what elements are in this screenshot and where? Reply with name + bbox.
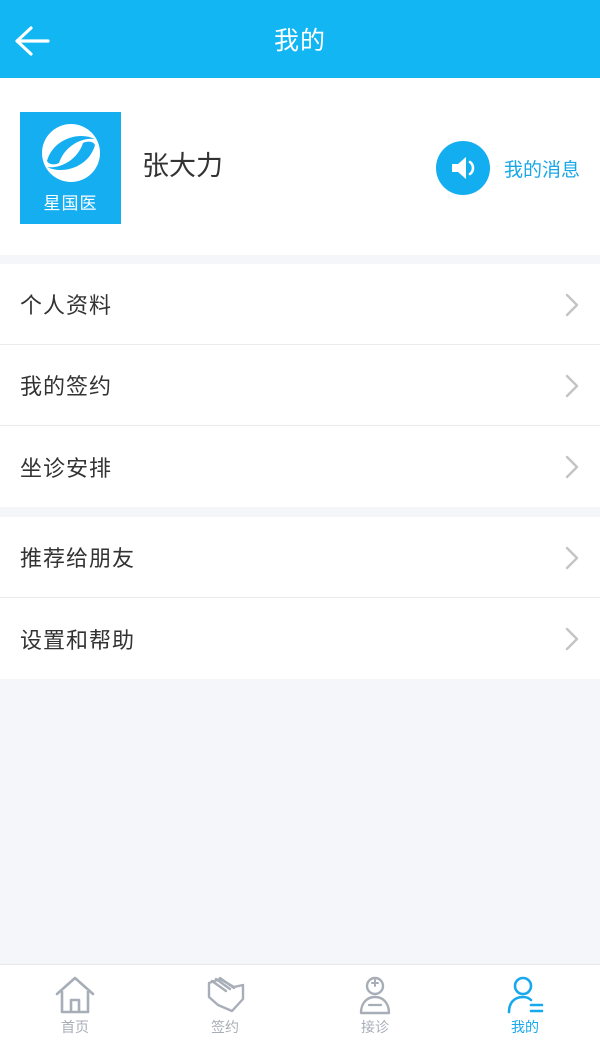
menu-item-personal-info[interactable]: 个人资料 (0, 264, 600, 345)
menu-item-label: 设置和帮助 (20, 628, 136, 654)
chevron-right-icon (565, 546, 579, 570)
home-icon (55, 976, 95, 1014)
menu-item-label: 个人资料 (20, 294, 113, 319)
my-messages-button[interactable]: 我的消息 (435, 141, 580, 195)
logo-text: 星国医 (43, 194, 98, 214)
chevron-right-icon (565, 374, 579, 398)
menu-item-label: 我的签约 (20, 375, 113, 400)
tab-me[interactable]: 我的 (450, 965, 600, 1043)
menu-group-general: 推荐给朋友 设置和帮助 (0, 517, 600, 679)
menu-item-label: 坐诊安排 (20, 456, 113, 482)
tab-contracts[interactable]: 签约 (150, 965, 300, 1043)
top-navigation-bar: 我的 (0, 0, 600, 78)
app-root: 我的 星国医 张大力 我的消息 个人资料 我的签约 坐诊安排 推荐给朋友 设置和… (0, 0, 600, 1043)
speaker-icon-circle (435, 141, 490, 195)
page-title: 我的 (273, 26, 326, 55)
leaf-logo-icon (41, 124, 100, 182)
chevron-right-icon (565, 627, 579, 651)
menu-item-clinic-schedule[interactable]: 坐诊安排 (0, 426, 600, 507)
handshake-icon (207, 976, 245, 1013)
chevron-right-icon (565, 293, 579, 317)
menu-item-recommend-friends[interactable]: 推荐给朋友 (0, 517, 600, 598)
menu-item-settings-help[interactable]: 设置和帮助 (0, 598, 600, 679)
user-name: 张大力 (142, 151, 223, 182)
menu-item-my-contracts[interactable]: 我的签约 (0, 345, 600, 426)
menu-item-label: 推荐给朋友 (20, 547, 136, 572)
tab-label: 我的 (511, 1020, 539, 1036)
doctor-icon (359, 976, 391, 1015)
profile-card: 星国医 张大力 我的消息 (0, 78, 600, 255)
bottom-tab-bar: 首页 签约 接诊 我的 (0, 964, 600, 1043)
chevron-right-icon (565, 455, 579, 479)
my-messages-label: 我的消息 (503, 158, 580, 181)
arrow-left-icon (15, 26, 50, 56)
app-logo: 星国医 (20, 112, 121, 224)
menu-group-account: 个人资料 我的签约 坐诊安排 (0, 264, 600, 507)
tab-label: 首页 (61, 1020, 89, 1036)
user-icon (507, 976, 544, 1014)
tab-home[interactable]: 首页 (0, 965, 150, 1043)
tab-label: 接诊 (361, 1020, 389, 1036)
tab-consultation[interactable]: 接诊 (300, 965, 450, 1043)
tab-label: 签约 (211, 1020, 239, 1036)
back-button[interactable] (10, 19, 54, 63)
speaker-icon (451, 157, 475, 179)
